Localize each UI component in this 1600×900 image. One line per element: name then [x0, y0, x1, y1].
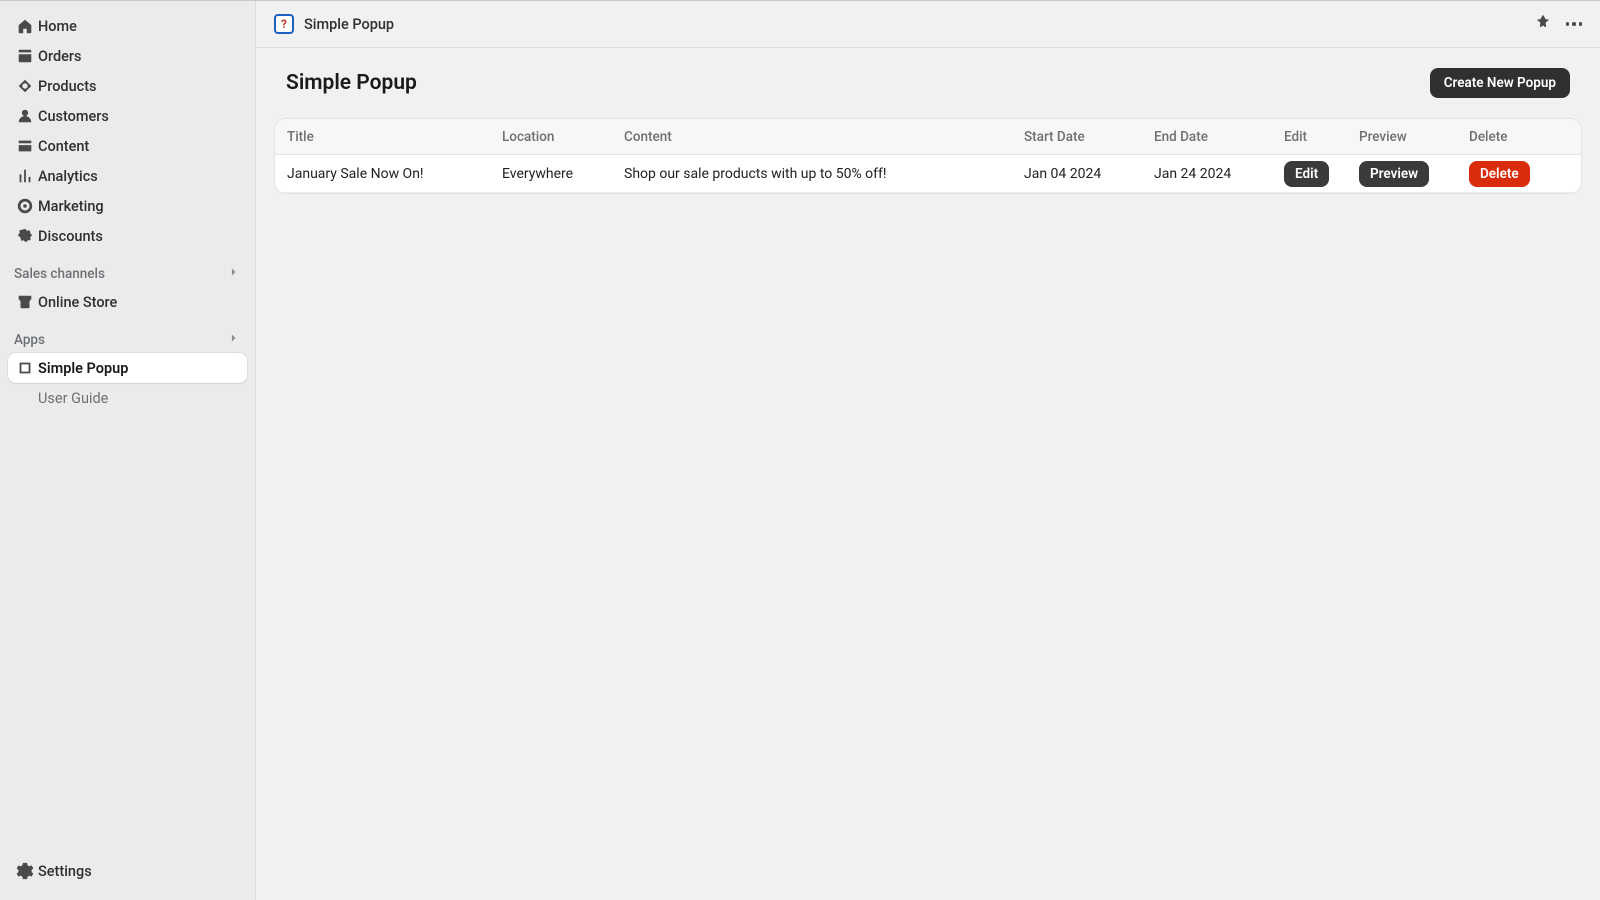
sidebar-item-label: Products: [38, 78, 97, 95]
sidebar-item-home[interactable]: Home: [8, 11, 247, 41]
sidebar-section-apps[interactable]: Apps: [0, 317, 255, 353]
sidebar-item-customers[interactable]: Customers: [8, 101, 247, 131]
col-start-date: Start Date: [1024, 129, 1154, 145]
col-content: Content: [624, 129, 1024, 145]
analytics-icon: [16, 167, 38, 185]
home-icon: [16, 17, 38, 35]
sidebar-item-label: Home: [38, 18, 77, 35]
col-title: Title: [287, 129, 502, 145]
main: ? Simple Popup Simple Popup Create New P…: [256, 1, 1600, 900]
app-logo-icon: ?: [274, 14, 294, 34]
sidebar-item-label: Discounts: [38, 228, 103, 245]
sidebar-item-orders[interactable]: Orders: [8, 41, 247, 71]
col-edit: Edit: [1284, 129, 1359, 145]
table-row: January Sale Now On! Everywhere Shop our…: [275, 155, 1581, 193]
sidebar-section-label: Sales channels: [14, 266, 105, 282]
edit-button[interactable]: Edit: [1284, 161, 1329, 187]
chevron-right-icon: [227, 331, 241, 349]
popup-icon: [16, 359, 38, 377]
popups-table: Title Location Content Start Date End Da…: [274, 118, 1582, 194]
sidebar-item-label: Customers: [38, 108, 109, 125]
sidebar-item-online-store[interactable]: Online Store: [8, 287, 247, 317]
discount-icon: [16, 227, 38, 245]
sidebar-item-label: Analytics: [38, 168, 98, 185]
sidebar-item-user-guide[interactable]: User Guide: [8, 383, 247, 413]
sidebar-item-label: Settings: [38, 863, 92, 880]
nav-apps: Simple Popup User Guide: [0, 353, 255, 413]
more-menu-icon[interactable]: [1566, 22, 1583, 26]
sidebar-item-products[interactable]: Products: [8, 71, 247, 101]
user-icon: [16, 107, 38, 125]
content-icon: [16, 137, 38, 155]
pin-icon[interactable]: [1534, 13, 1552, 35]
sidebar-item-label: Marketing: [38, 198, 104, 215]
sidebar-section-sales-channels[interactable]: Sales channels: [0, 251, 255, 287]
sidebar-item-label: Online Store: [38, 294, 117, 311]
tag-icon: [16, 77, 38, 95]
col-preview: Preview: [1359, 129, 1469, 145]
cell-location: Everywhere: [502, 166, 624, 182]
col-end-date: End Date: [1154, 129, 1284, 145]
cell-end-date: Jan 24 2024: [1154, 166, 1284, 182]
create-new-popup-button[interactable]: Create New Popup: [1430, 68, 1570, 98]
sidebar-item-label: Orders: [38, 48, 82, 65]
sidebar-item-label: Simple Popup: [38, 360, 128, 377]
sidebar-item-label: Content: [38, 138, 89, 155]
preview-button[interactable]: Preview: [1359, 161, 1429, 187]
sidebar-item-marketing[interactable]: Marketing: [8, 191, 247, 221]
col-location: Location: [502, 129, 624, 145]
cell-title: January Sale Now On!: [287, 166, 502, 182]
sidebar-item-analytics[interactable]: Analytics: [8, 161, 247, 191]
sidebar-item-content[interactable]: Content: [8, 131, 247, 161]
delete-button[interactable]: Delete: [1469, 161, 1530, 187]
topbar: ? Simple Popup: [256, 1, 1600, 48]
gear-icon: [16, 862, 38, 880]
sidebar-section-label: Apps: [14, 332, 45, 348]
nav-main: Home Orders Products Customers Content A…: [0, 11, 255, 251]
cell-start-date: Jan 04 2024: [1024, 166, 1154, 182]
store-icon: [16, 293, 38, 311]
orders-icon: [16, 47, 38, 65]
sidebar-item-label: User Guide: [38, 390, 108, 407]
sidebar: Home Orders Products Customers Content A…: [0, 1, 256, 900]
sidebar-item-simple-popup[interactable]: Simple Popup: [8, 353, 247, 383]
sidebar-item-settings[interactable]: Settings: [8, 856, 247, 886]
chevron-right-icon: [227, 265, 241, 283]
cell-content: Shop our sale products with up to 50% of…: [624, 166, 1024, 182]
target-icon: [16, 197, 38, 215]
topbar-app-name: Simple Popup: [304, 16, 394, 33]
page-header: Simple Popup Create New Popup: [256, 48, 1600, 118]
sidebar-item-discounts[interactable]: Discounts: [8, 221, 247, 251]
page-title: Simple Popup: [286, 71, 417, 95]
nav-channels: Online Store: [0, 287, 255, 317]
col-delete: Delete: [1469, 129, 1569, 145]
table-header-row: Title Location Content Start Date End Da…: [275, 119, 1581, 155]
